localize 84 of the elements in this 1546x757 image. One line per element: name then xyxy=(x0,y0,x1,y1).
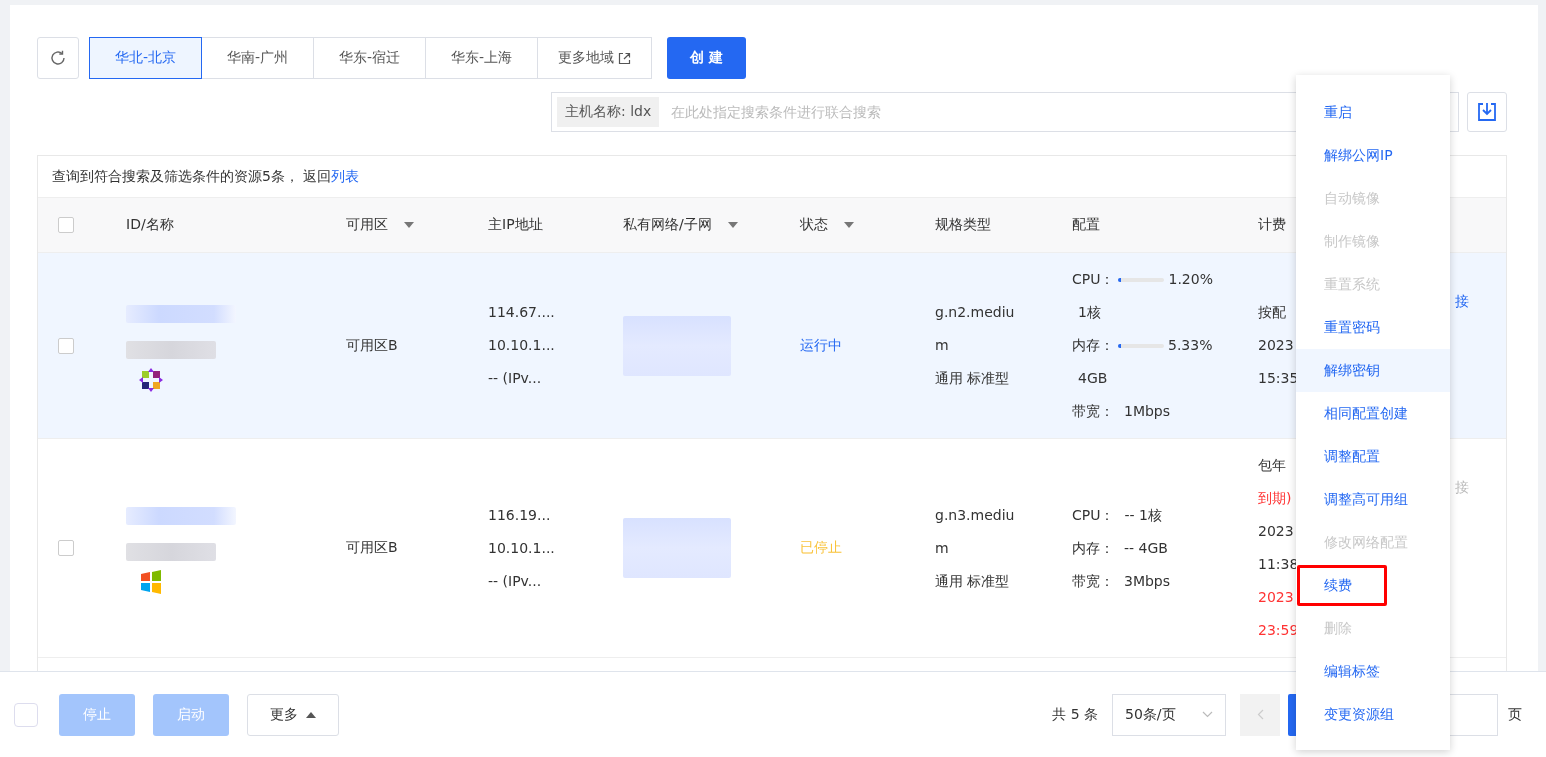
spec-text: 通用 标准型 xyxy=(935,571,1010,591)
zone-text: 可用区B xyxy=(346,539,398,557)
column-header[interactable]: 状态 xyxy=(800,216,854,234)
region-tab[interactable]: 更多地域 xyxy=(537,37,652,79)
ip-address: 10.10.1... xyxy=(488,336,555,355)
filter-tag[interactable]: 主机名称: ldx xyxy=(557,97,660,127)
billing-text: 按配 xyxy=(1258,303,1286,322)
status-text: 运行中 xyxy=(800,336,842,355)
column-header: 规格类型 xyxy=(935,216,991,234)
menu-item[interactable]: 相同配置创建 xyxy=(1296,392,1450,435)
billing-text: 15:35 xyxy=(1258,369,1299,388)
usage-reading: 5.33% xyxy=(1168,336,1213,355)
chevron-left-icon xyxy=(1256,709,1264,720)
column-header: 主IP地址 xyxy=(488,216,543,234)
filter-caret-icon xyxy=(844,222,854,228)
menu-item[interactable]: 调整高可用组 xyxy=(1296,478,1450,521)
ip-address: 10.10.1... xyxy=(488,538,555,558)
filter-caret-icon xyxy=(727,222,738,228)
config-value: 4GB xyxy=(1077,369,1108,388)
column-header: ID/名称 xyxy=(126,216,174,234)
config-label: 带宽： xyxy=(1072,571,1114,591)
billing-text: 2023 xyxy=(1258,522,1294,541)
action-link[interactable]: 接 xyxy=(1455,293,1469,311)
column-header[interactable]: 可用区 xyxy=(346,216,414,234)
menu-item[interactable]: 重置密码 xyxy=(1296,306,1450,349)
external-link-icon xyxy=(618,51,631,65)
spec-text: g.n2.mediu xyxy=(935,303,1015,322)
spec-text: 通用 标准型 xyxy=(935,369,1010,388)
menu-item[interactable]: 解绑密钥 xyxy=(1296,349,1450,392)
region-tab[interactable]: 华东-上海 xyxy=(425,37,538,79)
row-checkbox[interactable] xyxy=(58,337,74,354)
billing-text: 2023 xyxy=(1258,336,1294,355)
billing-text: 到期) xyxy=(1258,489,1292,508)
config-label: CPU： xyxy=(1072,505,1115,525)
config-value: 3Mbps xyxy=(1123,571,1171,591)
spec-text: m xyxy=(935,336,949,355)
total-count: 共 5 条 xyxy=(1052,705,1098,724)
menu-item[interactable]: 解绑公网IP xyxy=(1296,134,1450,177)
config-label: CPU： xyxy=(1072,270,1115,289)
config-label: 内存： xyxy=(1072,336,1114,355)
filter-caret-icon xyxy=(404,222,414,228)
spec-text: g.n3.mediu xyxy=(935,505,1015,525)
column-header: 计费 xyxy=(1258,216,1286,234)
refresh-icon xyxy=(49,49,67,67)
billing-text: 包年 xyxy=(1258,456,1286,475)
config-label: 带宽： xyxy=(1072,402,1114,421)
ip-address: 116.19... xyxy=(488,505,551,525)
column-header: 配置 xyxy=(1072,216,1100,234)
usage-reading: 1.20% xyxy=(1168,270,1213,289)
menu-item[interactable]: 变更资源组 xyxy=(1296,693,1450,736)
select-all-checkbox[interactable] xyxy=(58,217,74,233)
config-value: -- 4GB xyxy=(1123,538,1168,558)
create-button[interactable]: 创 建 xyxy=(667,37,746,79)
usage-meter xyxy=(1118,277,1165,282)
column-header[interactable]: 私有网络/子网 xyxy=(623,216,738,234)
region-tab[interactable]: 华东-宿迁 xyxy=(313,37,426,79)
refresh-button[interactable] xyxy=(37,37,79,79)
ip-address: 114.67.... xyxy=(488,303,555,322)
ip-address: -- (IPv... xyxy=(488,369,542,388)
page-unit: 页 xyxy=(1508,705,1522,724)
region-tab[interactable]: 华南-广州 xyxy=(201,37,314,79)
download-icon xyxy=(1476,101,1498,123)
select-all-checkbox[interactable] xyxy=(14,702,38,727)
config-value: 1核 xyxy=(1077,303,1101,322)
region-tab[interactable]: 华北-北京 xyxy=(89,37,202,79)
more-dropdown[interactable]: 更多 xyxy=(247,693,339,736)
usage-meter xyxy=(1118,343,1164,348)
chevron-down-icon xyxy=(1202,711,1213,718)
page-size-select[interactable]: 50条/页 xyxy=(1112,693,1226,736)
billing-text: 2023 xyxy=(1258,588,1294,607)
menu-item[interactable]: 续费 xyxy=(1296,564,1450,607)
download-button[interactable] xyxy=(1467,92,1507,132)
status-text: 已停止 xyxy=(800,539,842,557)
caret-icon xyxy=(306,711,316,718)
row-checkbox[interactable] xyxy=(58,540,74,556)
zone-text: 可用区B xyxy=(346,336,398,355)
config-label: 内存： xyxy=(1072,538,1114,558)
list-link[interactable]: 列表 xyxy=(331,167,360,186)
spec-text: m xyxy=(935,538,949,558)
ip-address: -- (IPv... xyxy=(488,571,542,591)
config-value: -- 1核 xyxy=(1123,505,1162,525)
previous-page-button[interactable] xyxy=(1240,693,1280,736)
config-value: 1Mbps xyxy=(1123,402,1171,421)
menu-item[interactable]: 重启 xyxy=(1296,91,1450,134)
